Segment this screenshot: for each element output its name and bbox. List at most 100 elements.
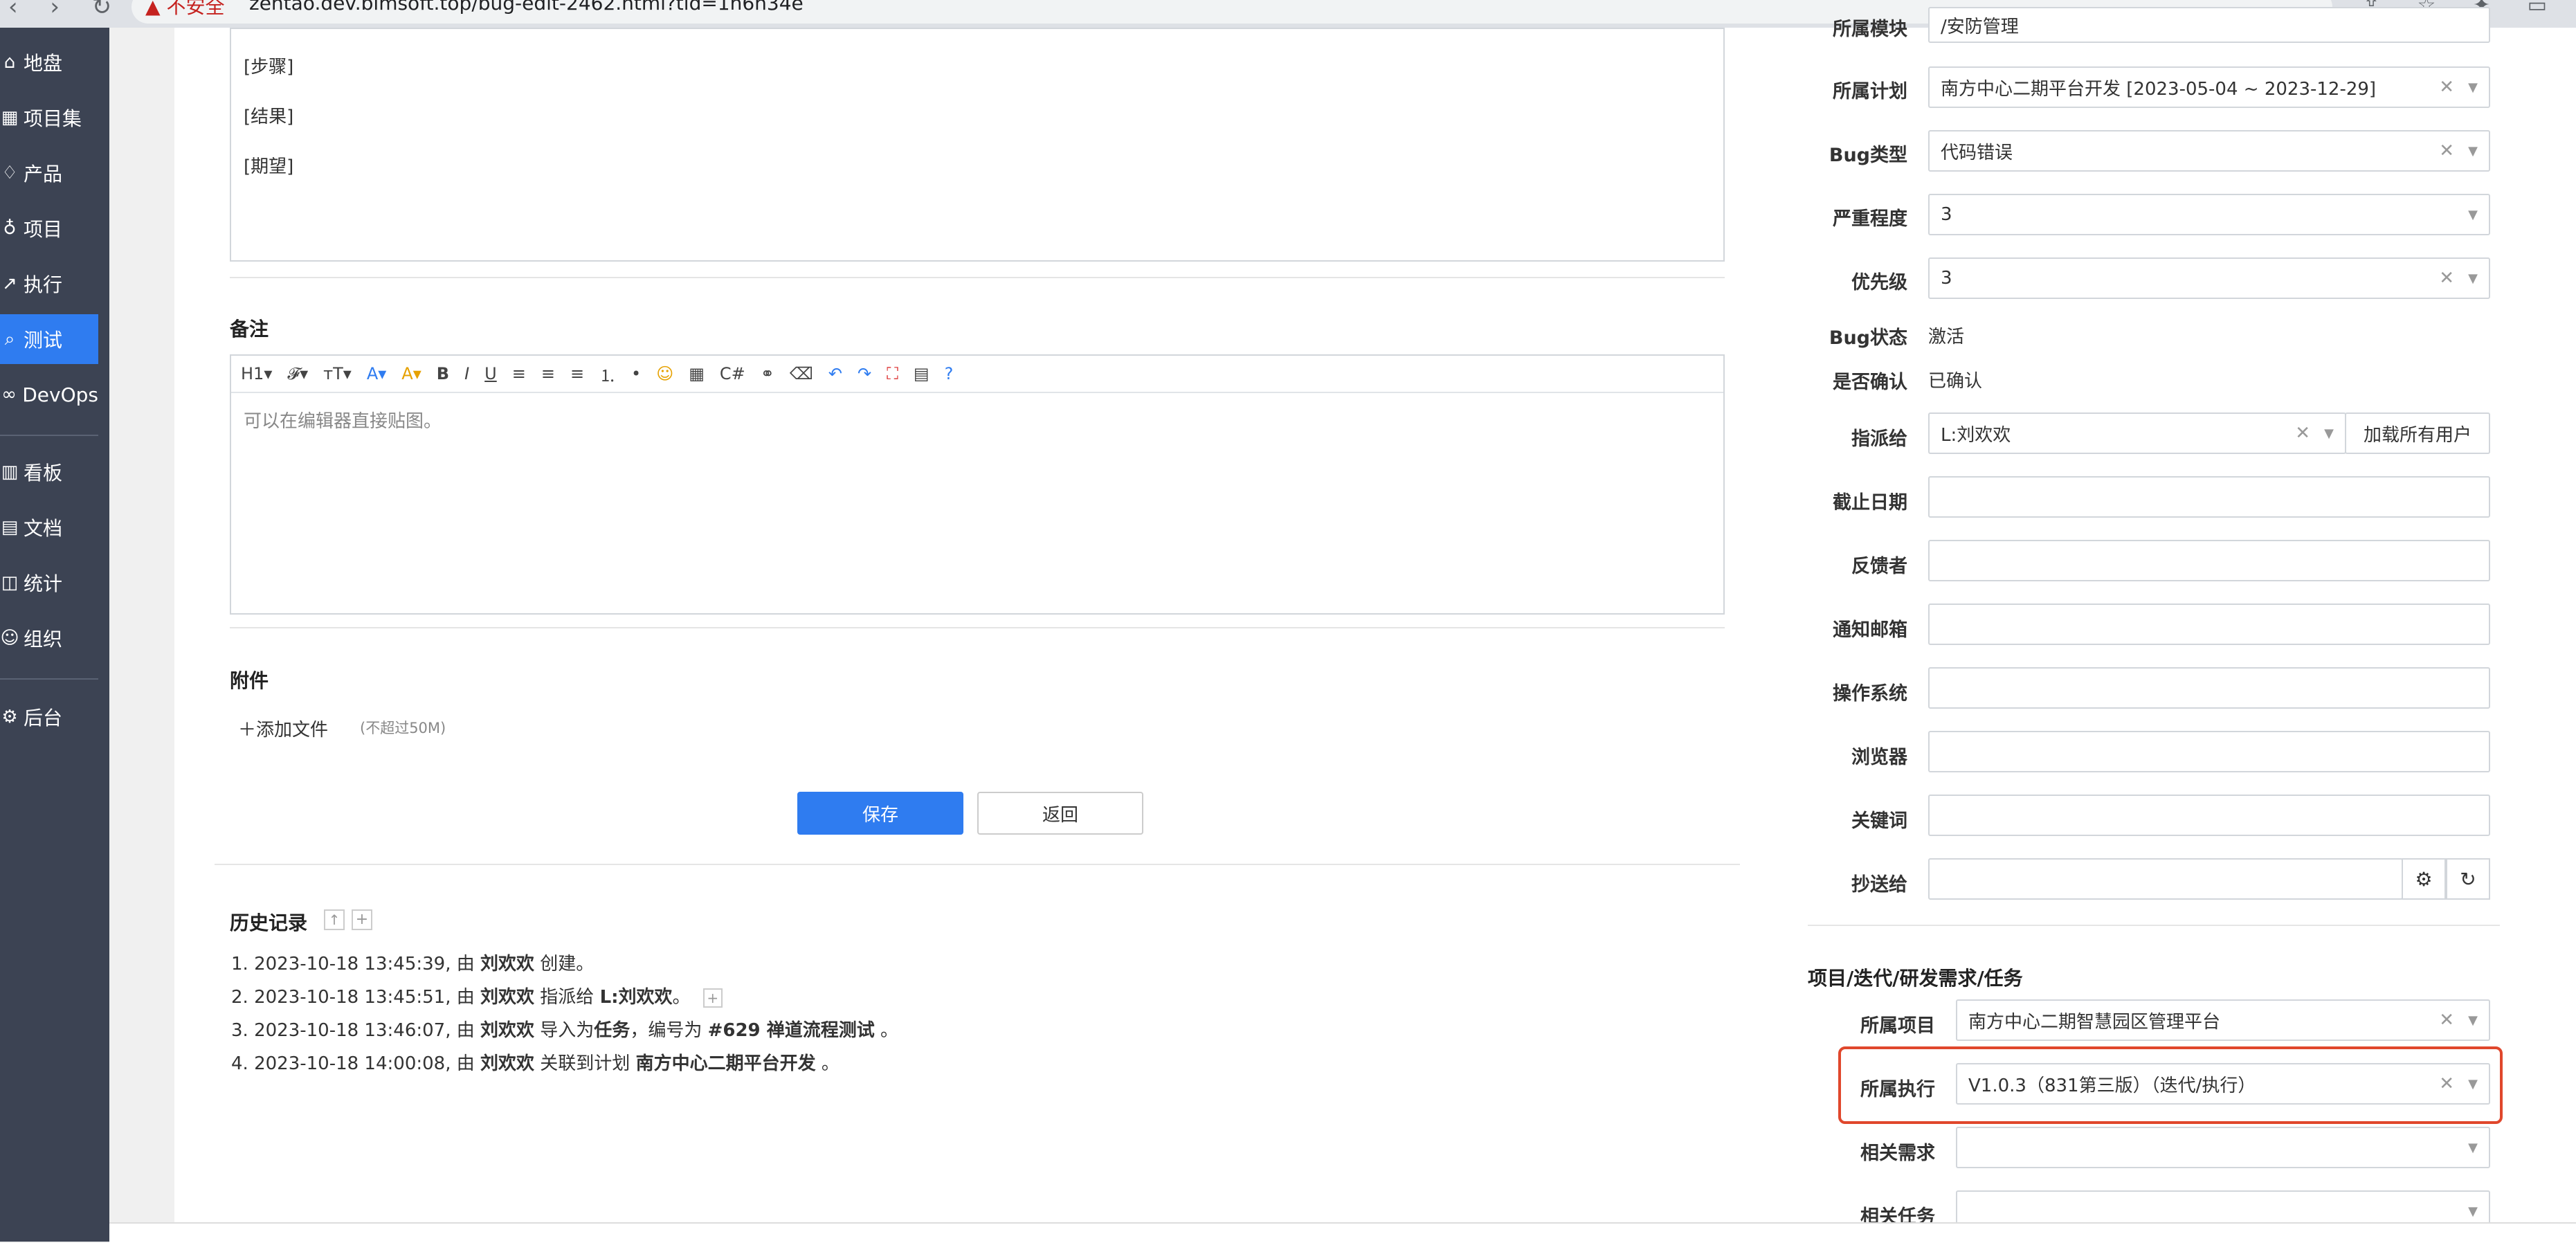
align-center-button[interactable]: ≡: [541, 364, 555, 383]
align-left-button[interactable]: ≡: [512, 364, 526, 383]
feedback-label: 反馈者: [1851, 556, 1907, 577]
bold-button[interactable]: B: [437, 364, 449, 383]
chevron-down-icon[interactable]: ▼: [2468, 1204, 2478, 1219]
file-size-limit: (不超过50M): [360, 720, 446, 736]
unordered-list-button[interactable]: •: [631, 364, 641, 383]
notes-toolbar: H1▾ 𝓕▾ тT▾ A▾ A▾ B I U ≡ ≡ ≡ ⒈ • ☺ ▦ C# …: [231, 356, 1723, 393]
italic-button[interactable]: I: [464, 364, 469, 383]
divider: [230, 627, 1725, 628]
ordered-list-button[interactable]: ⒈: [599, 362, 616, 386]
image-icon[interactable]: ▦: [689, 364, 705, 383]
notify-email-input[interactable]: [1928, 604, 2490, 645]
keywords-input[interactable]: [1928, 795, 2490, 836]
expected-line: [期望]: [244, 156, 294, 177]
nav-item-stats[interactable]: ◫ 统计: [0, 558, 98, 608]
nav-item-doc[interactable]: ▤ 文档: [0, 502, 98, 552]
chart-icon: ◫: [1, 572, 19, 593]
history-title: 历史记录: [230, 911, 308, 934]
nav-item-execution[interactable]: ↗ 执行: [0, 259, 98, 309]
chevron-down-icon[interactable]: ▼: [2468, 1141, 2478, 1155]
nav-item-product[interactable]: ♢ 产品: [0, 148, 98, 198]
project-icon: ♁: [3, 218, 17, 239]
align-right-button[interactable]: ≡: [570, 364, 584, 383]
back-button[interactable]: 返回: [977, 792, 1143, 835]
notes-placeholder: 可以在编辑器直接贴图。: [244, 411, 442, 432]
highlight-box: [1838, 1046, 2503, 1124]
save-button[interactable]: 保存: [797, 792, 963, 835]
font-family-button[interactable]: 𝓕▾: [287, 364, 308, 383]
fullscreen-icon[interactable]: ⛶: [887, 364, 898, 383]
clear-format-icon[interactable]: ⌫: [790, 364, 813, 383]
add-file-button[interactable]: ＋添加文件: [238, 716, 328, 741]
code-icon[interactable]: C#: [720, 364, 745, 383]
confirmed-value: 已确认: [1928, 371, 1983, 392]
chevron-down-icon[interactable]: ▼: [2468, 271, 2478, 286]
nav-divider: [0, 435, 98, 436]
history-entry: 2. 2023-10-18 13:45:51, 由 刘欢欢 指派给 L:刘欢欢。…: [231, 983, 723, 1008]
attachments-title: 附件: [230, 669, 269, 692]
underline-button[interactable]: U: [484, 364, 497, 383]
chevron-down-icon[interactable]: ▼: [2468, 80, 2478, 95]
nav-item-program[interactable]: ▦ 项目集: [0, 93, 98, 143]
module-select[interactable]: /安防管理: [1928, 7, 2490, 43]
history-sort-icon[interactable]: ↑: [324, 909, 345, 930]
load-all-users-button[interactable]: 加载所有用户: [2345, 412, 2490, 454]
heading-button[interactable]: H1▾: [241, 364, 272, 383]
bug-type-select[interactable]: 代码错误 ✕ ▼: [1928, 130, 2490, 172]
content-gutter: [109, 28, 174, 1242]
cc-select[interactable]: [1928, 858, 2403, 900]
redo-icon[interactable]: ↷: [858, 364, 871, 383]
steps-editor[interactable]: [步骤] [结果] [期望]: [230, 28, 1725, 262]
help-icon[interactable]: ?: [945, 364, 954, 383]
emoji-icon[interactable]: ☺: [656, 364, 673, 383]
story-select[interactable]: ▼: [1956, 1127, 2490, 1168]
people-icon: ☺: [0, 628, 19, 648]
notes-editor[interactable]: H1▾ 𝓕▾ тT▾ A▾ A▾ B I U ≡ ≡ ≡ ⒈ • ☺ ▦ C# …: [230, 354, 1725, 615]
chevron-down-icon[interactable]: ▼: [2468, 144, 2478, 158]
deadline-input[interactable]: [1928, 476, 2490, 518]
browser-select[interactable]: [1928, 731, 2490, 772]
nav-item-devops[interactable]: ∞ DevOps: [0, 370, 98, 419]
chevron-down-icon[interactable]: ▼: [2468, 208, 2478, 222]
clear-icon[interactable]: ✕: [2439, 268, 2454, 289]
nav-item-org[interactable]: ☺ 组织: [0, 613, 98, 663]
clear-icon[interactable]: ✕: [2439, 140, 2454, 161]
history-expand-icon[interactable]: +: [702, 988, 723, 1008]
gear-icon[interactable]: ⚙: [2402, 858, 2446, 900]
chevron-down-icon[interactable]: ▼: [2324, 426, 2334, 441]
undo-icon[interactable]: ↶: [828, 364, 842, 383]
document-icon: ▤: [1, 517, 19, 538]
nav-item-admin[interactable]: ⚙ 后台: [0, 692, 98, 742]
left-sidebar: ⌂ 地盘 ▦ 项目集 ♢ 产品 ♁ 项目 ↗ 执行 ⌕ 测试 ∞ DevOps ▥ 看板 ▤ 文档…: [0, 28, 109, 1242]
confirmed-label: 是否确认: [1833, 372, 1907, 393]
nav-item-project[interactable]: ♁ 项目: [0, 203, 98, 253]
nav-item-home[interactable]: ⌂ 地盘: [0, 37, 98, 87]
project-label: 所属项目: [1860, 1015, 1935, 1037]
template-icon[interactable]: ▤: [914, 364, 929, 383]
clear-icon[interactable]: ✕: [2439, 1010, 2454, 1031]
plan-select[interactable]: 南方中心二期平台开发 [2023-05-04 ~ 2023-12-29] ✕ ▼: [1928, 66, 2490, 108]
os-select[interactable]: [1928, 667, 2490, 709]
severity-select[interactable]: 3 ▼: [1928, 194, 2490, 235]
url-text[interactable]: zentao.dev.bimsoft.top/bug-edit-2462.htm…: [249, 0, 804, 15]
history-expand-icon[interactable]: +: [352, 909, 372, 930]
clear-icon[interactable]: ✕: [2295, 423, 2310, 444]
clear-icon[interactable]: ✕: [2439, 77, 2454, 98]
link-icon[interactable]: ⚭: [761, 364, 774, 383]
assigned-label: 指派给: [1851, 428, 1907, 450]
font-size-button[interactable]: тT▾: [323, 364, 352, 383]
refresh-icon[interactable]: ↻: [2446, 858, 2490, 900]
highlight-color-button[interactable]: A▾: [401, 364, 421, 383]
browser-nav-arrows[interactable]: ‹ › ↻: [8, 0, 124, 21]
chevron-down-icon[interactable]: ▼: [2468, 1013, 2478, 1028]
nav-item-test[interactable]: ⌕ 测试: [0, 314, 98, 364]
assigned-select[interactable]: L:刘欢欢 ✕ ▼: [1928, 412, 2346, 454]
nav-item-kanban[interactable]: ▥ 看板: [0, 447, 98, 497]
priority-select[interactable]: 3 ✕ ▼: [1928, 257, 2490, 299]
notes-title: 备注: [230, 318, 269, 341]
project-select[interactable]: 南方中心二期智慧园区管理平台 ✕ ▼: [1956, 999, 2490, 1041]
bottom-status-bar: [109, 1222, 2576, 1243]
feedback-input[interactable]: [1928, 540, 2490, 581]
font-color-button[interactable]: A▾: [367, 364, 386, 383]
kanban-icon: ▥: [1, 462, 19, 482]
